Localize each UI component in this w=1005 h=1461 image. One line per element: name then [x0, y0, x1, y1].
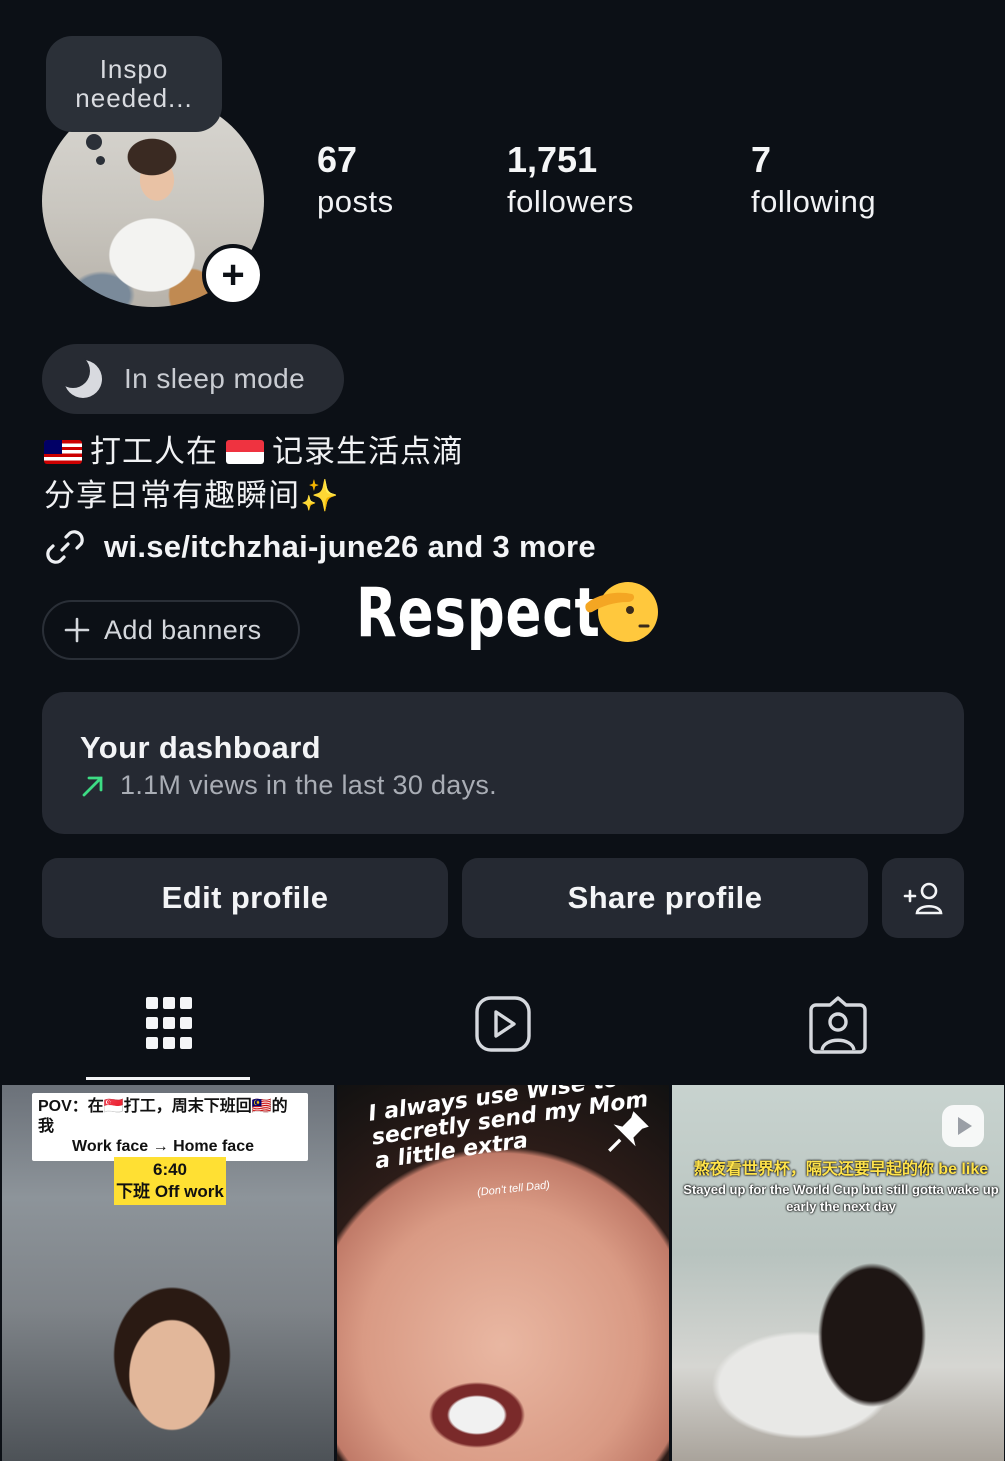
- post-1-time: 6:40: [152, 1160, 188, 1179]
- bio-link[interactable]: wi.se/itchzhai-june26 and 3 more: [42, 524, 596, 570]
- posts-label: posts: [317, 184, 394, 219]
- dashboard-views: 1.1M views in the last 30 days.: [120, 770, 497, 800]
- post-thumbnail-1[interactable]: POV：在🇸🇬打工，周末下班回🇲🇾的我 Work face → Home fac…: [2, 1085, 334, 1461]
- reel-badge: [942, 1105, 984, 1147]
- post-thumbnail-2[interactable]: I always use Wise to secretly send my Mo…: [337, 1085, 669, 1461]
- dashboard-subtitle: 1.1M views in the last 30 days.: [80, 770, 497, 801]
- dashboard-card[interactable]: Your dashboard 1.1M views in the last 30…: [42, 692, 964, 834]
- post-3-sub: Stayed up for the World Cup but still go…: [683, 1182, 999, 1214]
- posts-count: 67: [317, 139, 358, 180]
- overlay-caption: Respect: [356, 574, 601, 653]
- add-banners-label: Add banners: [104, 614, 262, 645]
- plus-icon: [64, 617, 90, 643]
- note-bubble-tail: [86, 134, 102, 150]
- link-icon: [46, 530, 84, 564]
- moon-icon: [62, 358, 102, 398]
- pin-icon: [608, 1111, 649, 1152]
- post-1-pov: POV：在🇸🇬打工，周末下班回🇲🇾的我: [38, 1098, 288, 1135]
- salute-emoji-icon: [585, 582, 658, 642]
- discover-people-button[interactable]: [882, 858, 964, 938]
- stat-posts[interactable]: 67 posts: [317, 140, 394, 224]
- singapore-flag-icon: [226, 440, 264, 464]
- post-1-timebox: 6:40 下班 Off work: [114, 1157, 226, 1205]
- grid-icon: [146, 997, 192, 1049]
- status-pill[interactable]: In sleep mode: [42, 344, 344, 414]
- tab-grid[interactable]: [146, 995, 192, 1056]
- tagged-icon: [809, 996, 867, 1054]
- add-person-icon: [903, 882, 943, 915]
- sparkles-icon: ✨: [300, 478, 340, 513]
- tab-tagged[interactable]: [808, 995, 868, 1060]
- share-profile-button[interactable]: Share profile: [462, 858, 868, 938]
- bio-text-a: 打工人在: [90, 434, 218, 469]
- following-label: following: [751, 184, 877, 219]
- note-line-2: needed...: [75, 83, 193, 113]
- post-2-small: (Don't tell Dad): [476, 1179, 551, 1199]
- followers-count: 1,751: [507, 139, 598, 180]
- dashboard-title: Your dashboard: [80, 730, 321, 765]
- tab-reels[interactable]: [474, 995, 532, 1058]
- post-1-caption: POV：在🇸🇬打工，周末下班回🇲🇾的我 Work face → Home fac…: [32, 1093, 308, 1161]
- bio-text-c: 分享日常有趣瞬间: [44, 478, 300, 513]
- status-text: In sleep mode: [124, 363, 306, 394]
- note-line-1: Inspo: [99, 54, 169, 84]
- add-banners-button[interactable]: Add banners: [42, 600, 300, 660]
- post-1-pov2: Work face → Home face: [72, 1138, 254, 1155]
- post-thumbnail-3[interactable]: 熬夜看世界杯，隔天还要早起的你 be like Stayed up for th…: [672, 1085, 1004, 1461]
- stat-followers[interactable]: 1,751 followers: [507, 140, 634, 224]
- link-text: wi.se/itchzhai-june26 and 3 more: [104, 529, 596, 564]
- bio-text-b: 记录生活点滴: [272, 434, 464, 469]
- post-1-off: 下班 Off work: [116, 1182, 224, 1201]
- trend-up-arrow-icon: [82, 776, 103, 796]
- add-story-button[interactable]: +: [202, 244, 264, 306]
- malaysia-flag-icon: [44, 440, 82, 464]
- active-tab-indicator: [86, 1077, 250, 1080]
- pin-icon: [270, 1101, 308, 1139]
- note-bubble[interactable]: Inspo needed...: [46, 36, 222, 132]
- edit-profile-button[interactable]: Edit profile: [42, 858, 448, 938]
- note-bubble-tail-small: [96, 156, 105, 165]
- stat-following[interactable]: 7 following: [751, 140, 876, 224]
- following-count: 7: [751, 139, 772, 180]
- bio-line-1: 打工人在 记录生活点滴: [44, 426, 464, 471]
- reels-icon: [475, 996, 531, 1052]
- bio-line-2: 分享日常有趣瞬间✨: [44, 470, 340, 515]
- post-3-headline: 熬夜看世界杯，隔天还要早起的你 be like: [693, 1161, 989, 1178]
- reel-play-icon: [958, 1117, 972, 1135]
- followers-label: followers: [507, 184, 634, 219]
